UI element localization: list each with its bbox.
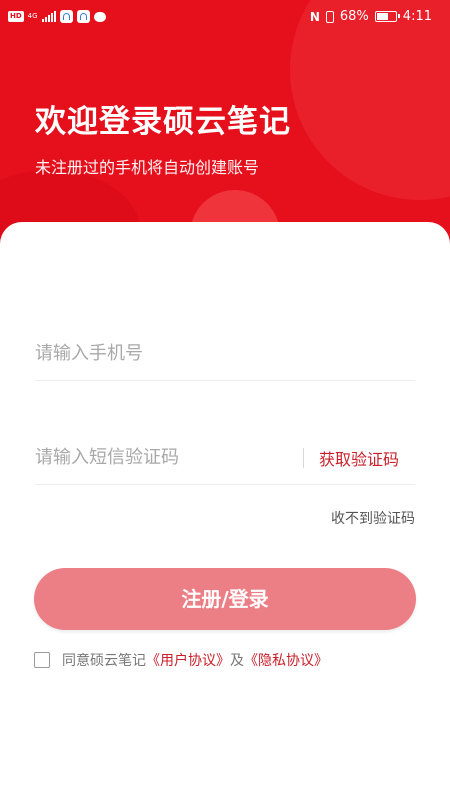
- code-field: 获取验证码: [35, 430, 415, 485]
- agreement-prefix: 同意硕云笔记: [62, 653, 146, 669]
- page-subtitle: 未注册过的手机将自动创建账号: [35, 158, 260, 177]
- agreement-conjunction: 及: [230, 653, 244, 669]
- login-card: 获取验证码 收不到验证码 注册/登录 同意硕云笔记 《用户协议》 及 《隐私协议…: [0, 222, 450, 800]
- register-login-button[interactable]: 注册/登录: [34, 568, 416, 630]
- get-code-button[interactable]: 获取验证码: [319, 446, 399, 470]
- hd-badge: HD: [8, 11, 24, 22]
- clock: 4:11: [402, 9, 432, 24]
- user-agreement-link[interactable]: 《用户协议》: [146, 650, 230, 670]
- network-type: 4G: [27, 12, 38, 20]
- status-bar: HD 4G N 68% 4:11: [0, 0, 450, 36]
- page-title: 欢迎登录硕云笔记: [35, 104, 291, 140]
- battery-percent: 68%: [339, 9, 369, 24]
- sms-code-input[interactable]: [35, 440, 295, 474]
- header-banner: HD 4G N 68% 4:11 欢迎登录硕云笔记 未注册过的手机将自动创建账号: [0, 0, 450, 260]
- phone-field: [35, 326, 415, 381]
- app-notification-icon: [76, 10, 90, 23]
- signal-icon: [41, 11, 56, 22]
- no-code-link[interactable]: 收不到验证码: [331, 508, 415, 528]
- battery-icon: [374, 11, 400, 22]
- field-divider: [303, 448, 304, 468]
- agree-checkbox[interactable]: [34, 652, 50, 668]
- vibrate-icon: [325, 10, 334, 23]
- nfc-icon: N: [309, 9, 320, 24]
- app-notification-icon: [59, 10, 73, 23]
- phone-input[interactable]: [35, 336, 295, 370]
- message-icon: [93, 11, 106, 22]
- privacy-agreement-link[interactable]: 《隐私协议》: [244, 650, 328, 670]
- agreement-row: 同意硕云笔记 《用户协议》 及 《隐私协议》: [34, 650, 328, 670]
